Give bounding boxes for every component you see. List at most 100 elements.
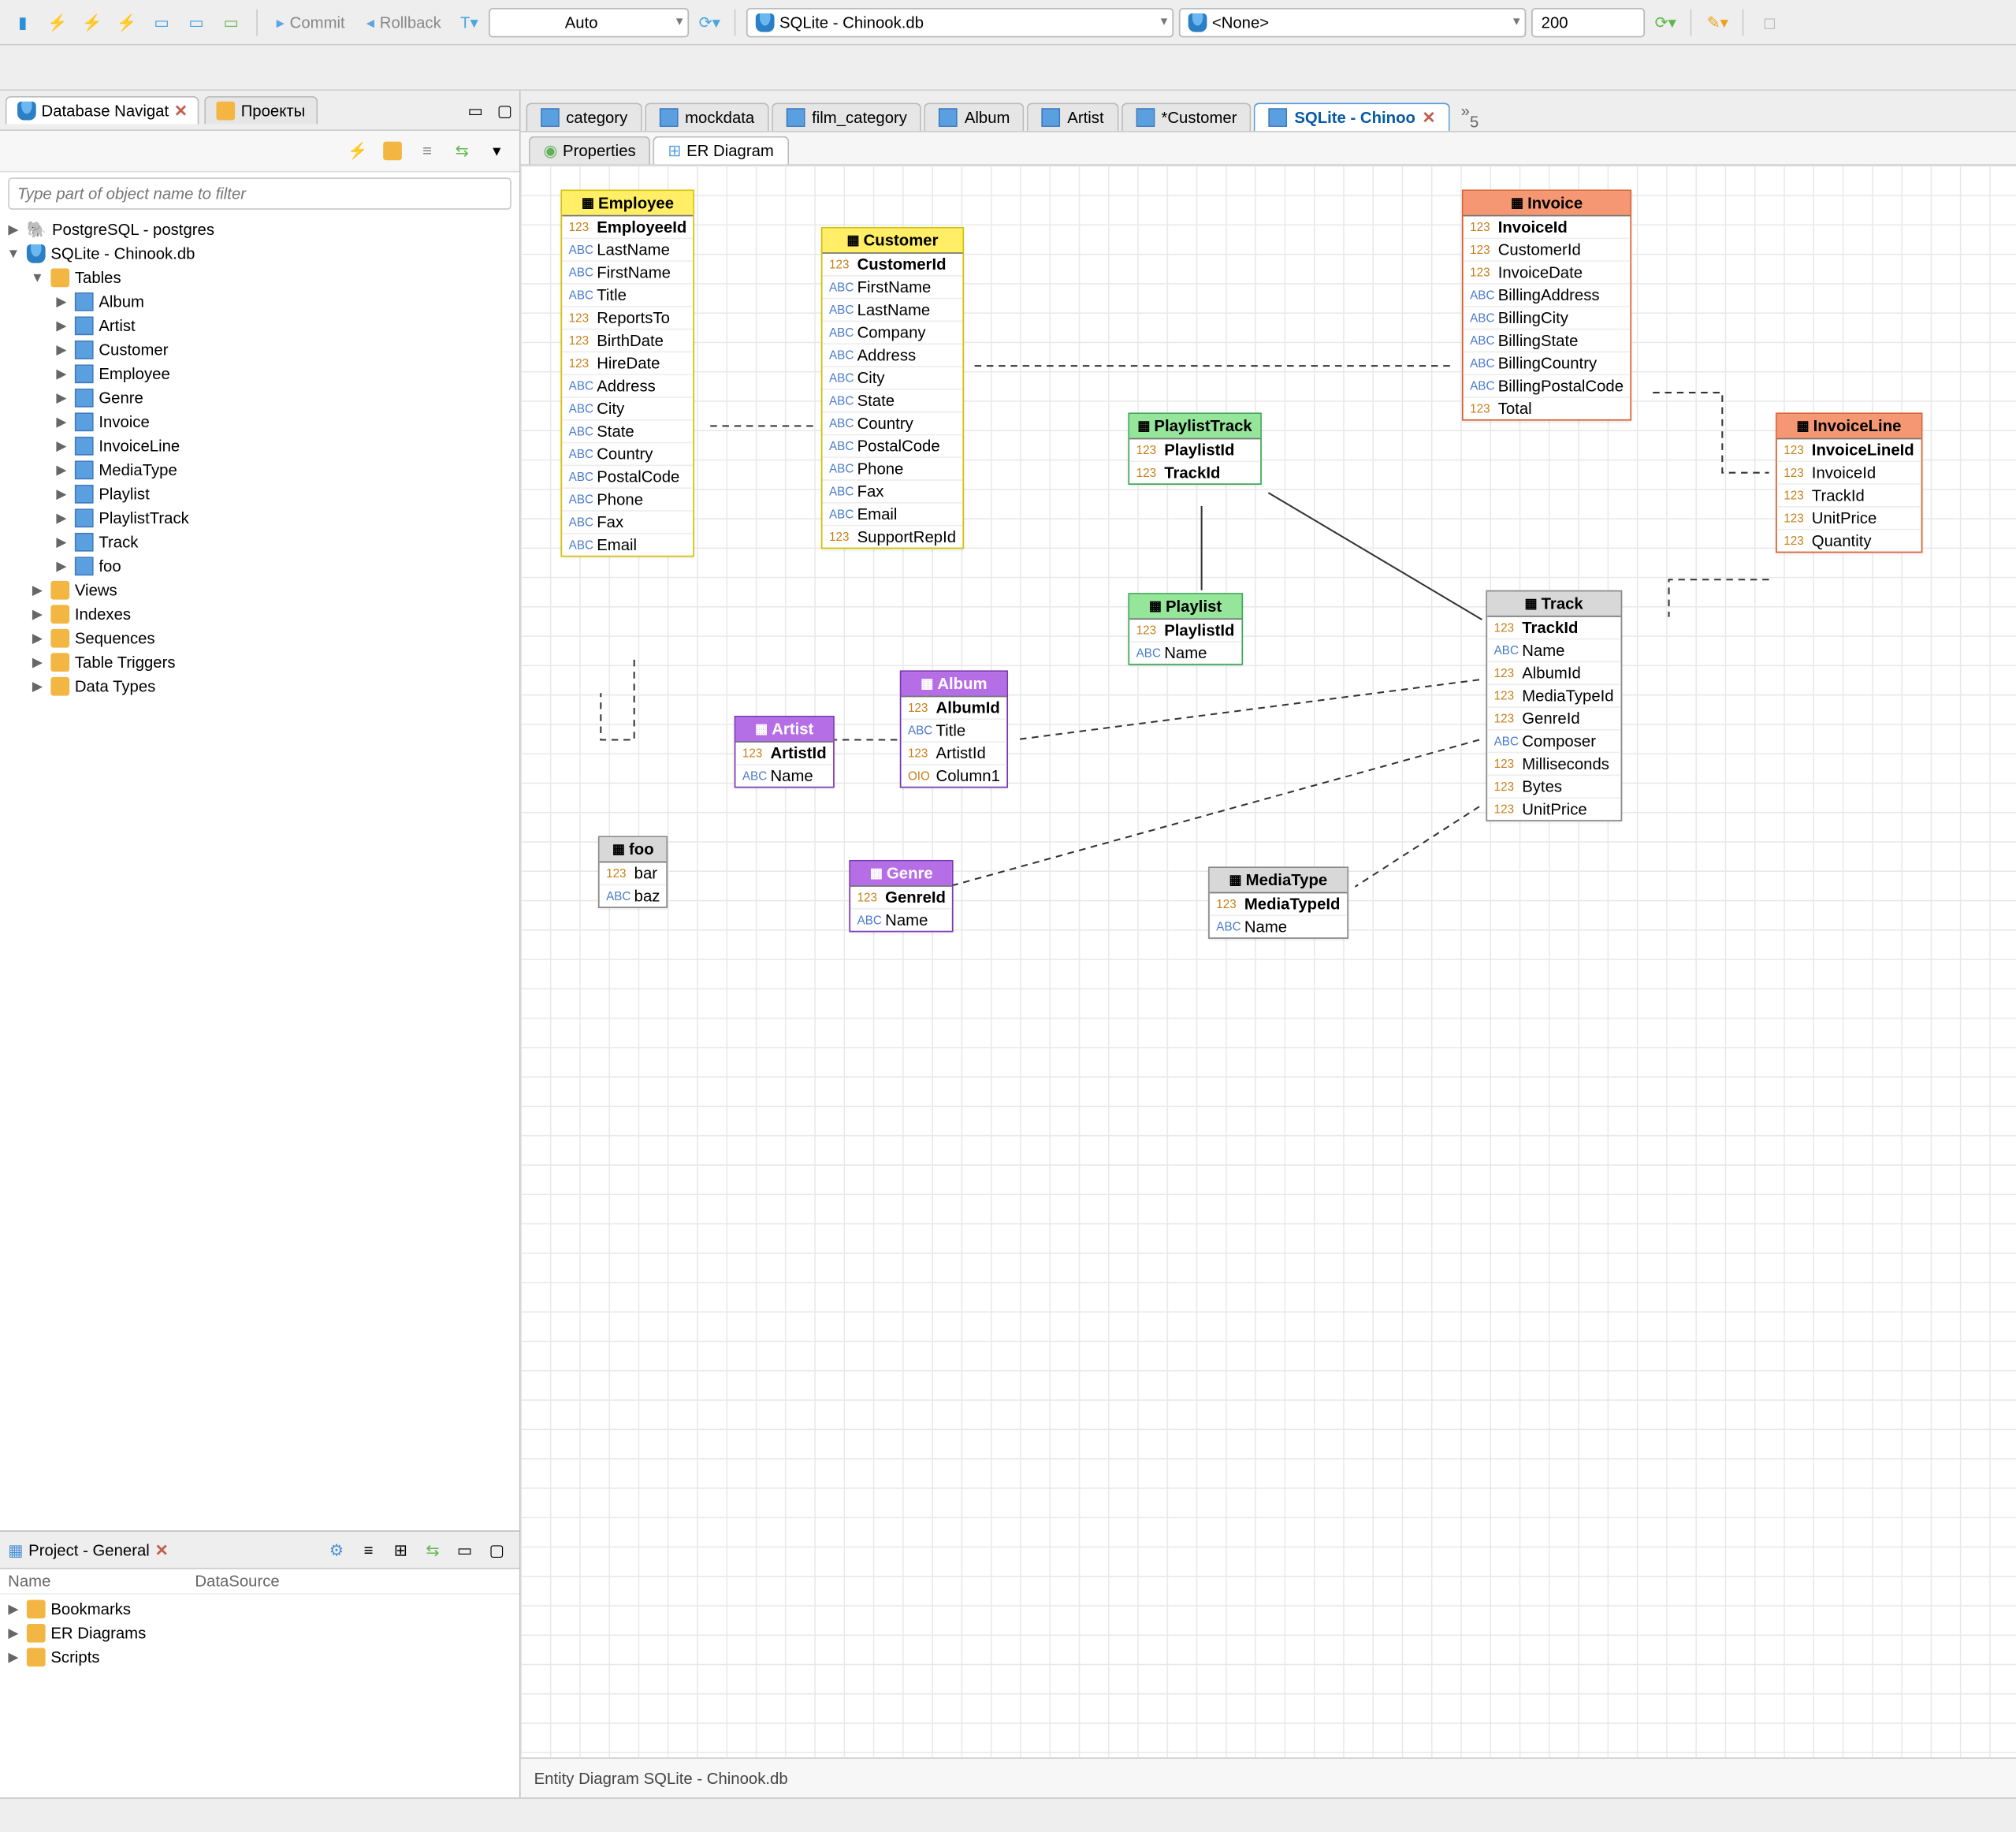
entity-column[interactable]: OIOColumn1 xyxy=(901,765,1006,787)
entity-column[interactable]: 123Quantity xyxy=(1777,531,1921,552)
sql-add-icon[interactable]: ▭ xyxy=(216,7,245,36)
tab-projects[interactable]: Проекты xyxy=(205,96,318,125)
entity-header[interactable]: ▦ Customer xyxy=(823,229,963,254)
entity-header[interactable]: ▦ InvoiceLine xyxy=(1777,414,1921,439)
entity-column[interactable]: ABCbaz xyxy=(600,885,667,907)
entity-header[interactable]: ▦ Playlist xyxy=(1129,594,1241,620)
sql-recent-icon[interactable]: ▭ xyxy=(181,7,210,36)
er-canvas[interactable]: ▦ Employee123EmployeeIdABCLastNameABCFir… xyxy=(521,166,2016,1757)
disclosure-icon[interactable]: ▶ xyxy=(54,295,69,310)
close-icon[interactable]: ✕ xyxy=(155,1540,169,1559)
entity-column[interactable]: ABCState xyxy=(823,390,963,413)
entity-column[interactable]: 123PlaylistId xyxy=(1129,620,1241,642)
disclosure-icon[interactable]: ▶ xyxy=(54,438,69,453)
entity-track[interactable]: ▦ Track123TrackIdABCName123AlbumId123Med… xyxy=(1486,590,1621,821)
new-folder-icon[interactable] xyxy=(378,136,407,166)
disclosure-icon[interactable]: ▶ xyxy=(54,511,69,526)
disclosure-icon[interactable]: ▶ xyxy=(54,318,69,333)
entity-column[interactable]: 123InvoiceDate xyxy=(1464,262,1631,285)
entity-column[interactable]: ABCState xyxy=(562,421,694,444)
plug-disconnect-icon[interactable]: ⚡ xyxy=(112,7,141,36)
tree-node-table[interactable]: ▶Album xyxy=(54,290,514,314)
entity-column[interactable]: 123MediaTypeId xyxy=(1487,685,1620,708)
tree-node-datatypes[interactable]: ▶Data Types xyxy=(29,674,514,698)
disclosure-icon[interactable]: ▶ xyxy=(54,486,69,501)
collapse-icon[interactable]: ≡ xyxy=(354,1535,383,1564)
entity-column[interactable]: 123InvoiceId xyxy=(1777,462,1921,485)
tree-node-indexes[interactable]: ▶Indexes xyxy=(29,602,514,626)
close-icon[interactable]: ✕ xyxy=(174,102,188,121)
editor-tab[interactable]: Artist xyxy=(1027,102,1118,131)
entity-header[interactable]: ▦ Track xyxy=(1487,591,1620,616)
entity-column[interactable]: 123BirthDate xyxy=(562,330,694,352)
entity-column[interactable]: 123TrackId xyxy=(1487,617,1620,640)
entity-column[interactable]: ABCName xyxy=(1129,642,1241,664)
entity-foo[interactable]: ▦ foo123barABCbaz xyxy=(598,836,668,907)
entity-column[interactable]: ABCEmail xyxy=(823,504,963,527)
disclosure-icon[interactable]: ▶ xyxy=(54,415,69,430)
entity-header[interactable]: ▦ PlaylistTrack xyxy=(1129,414,1260,439)
entity-column[interactable]: ABCFax xyxy=(823,481,963,504)
commit-button[interactable]: ▸Commit xyxy=(269,10,353,34)
tree-node-table[interactable]: ▶MediaType xyxy=(54,458,514,482)
tab-database-navigator[interactable]: Database Navigat ✕ xyxy=(6,96,199,125)
entity-column[interactable]: ABCCountry xyxy=(823,412,963,435)
entity-column[interactable]: 123bar xyxy=(600,862,667,885)
menu-icon[interactable]: ▾ xyxy=(482,136,511,166)
editor-tab[interactable]: film_category xyxy=(772,102,921,131)
plug-icon[interactable]: ⚡ xyxy=(343,136,372,166)
disclosure-icon[interactable]: ▶ xyxy=(54,343,69,358)
entity-column[interactable]: 123InvoiceLineId xyxy=(1777,439,1921,462)
entity-column[interactable]: 123MediaTypeId xyxy=(1210,893,1347,916)
entity-column[interactable]: ABCEmail xyxy=(562,534,694,556)
tx-mode-icon[interactable]: T▾ xyxy=(455,7,484,36)
tx-mode-combo[interactable]: Auto xyxy=(489,7,690,36)
disclosure-icon[interactable]: ▶ xyxy=(6,222,21,237)
entity-header[interactable]: ▦ Employee xyxy=(562,191,694,216)
link-icon[interactable]: ⇆ xyxy=(418,1535,447,1564)
entity-artist[interactable]: ▦ Artist123ArtistIdABCName xyxy=(735,716,835,788)
disclosure-icon[interactable]: ▼ xyxy=(6,247,21,262)
entity-column[interactable]: 123SupportRepId xyxy=(823,526,963,547)
disclosure-icon[interactable]: ▶ xyxy=(54,391,69,406)
disclosure-icon[interactable]: ▶ xyxy=(54,367,69,382)
entity-column[interactable]: ABCTitle xyxy=(901,720,1006,743)
close-icon[interactable]: ✕ xyxy=(1422,108,1435,127)
entity-column[interactable]: 123CustomerId xyxy=(823,254,963,277)
collapse-icon[interactable]: ≡ xyxy=(412,136,441,166)
entity-column[interactable]: 123TrackId xyxy=(1129,462,1260,483)
entity-column[interactable]: 123InvoiceId xyxy=(1464,216,1631,239)
entity-column[interactable]: ABCBillingAddress xyxy=(1464,285,1631,307)
minimize-icon[interactable]: ▭ xyxy=(460,95,489,125)
entity-column[interactable]: 123HireDate xyxy=(562,352,694,375)
entity-column[interactable]: 123AlbumId xyxy=(1487,662,1620,685)
entity-employee[interactable]: ▦ Employee123EmployeeIdABCLastNameABCFir… xyxy=(560,190,694,557)
entity-column[interactable]: ABCPostalCode xyxy=(562,466,694,489)
entity-column[interactable]: 123ReportsTo xyxy=(562,307,694,330)
editor-tab[interactable]: mockdata xyxy=(645,102,769,131)
project-item[interactable]: ▶Scripts xyxy=(6,1645,514,1669)
highlighter-icon[interactable]: ✎▾ xyxy=(1703,7,1732,36)
schema-combo[interactable]: <None> xyxy=(1180,7,1527,36)
refresh-icon[interactable]: ⟳▾ xyxy=(1651,7,1680,36)
entity-column[interactable]: ABCCity xyxy=(823,367,963,390)
tree-node-table[interactable]: ▶Playlist xyxy=(54,482,514,506)
entity-column[interactable]: ABCTitle xyxy=(562,285,694,307)
rollback-button[interactable]: ◂Rollback xyxy=(359,10,449,34)
tree-node-triggers[interactable]: ▶Table Triggers xyxy=(29,650,514,674)
entity-invoice[interactable]: ▦ Invoice123InvoiceId123CustomerId123Inv… xyxy=(1462,190,1631,421)
entity-column[interactable]: 123UnitPrice xyxy=(1777,508,1921,531)
entity-column[interactable]: 123Milliseconds xyxy=(1487,753,1620,776)
editor-tab[interactable]: Album xyxy=(924,102,1025,131)
entity-header[interactable]: ▦ Invoice xyxy=(1464,191,1631,216)
entity-column[interactable]: ABCAddress xyxy=(823,344,963,367)
entity-column[interactable]: ABCBillingState xyxy=(1464,330,1631,352)
plug-connect-icon[interactable]: ⚡ xyxy=(43,7,72,36)
gear-icon[interactable]: ⚙ xyxy=(322,1535,351,1564)
entity-column[interactable]: 123Bytes xyxy=(1487,776,1620,799)
tree-node-table[interactable]: ▶Invoice xyxy=(54,410,514,434)
entity-invoiceline[interactable]: ▦ InvoiceLine123InvoiceLineId123InvoiceI… xyxy=(1776,412,1922,553)
entity-column[interactable]: ABCComposer xyxy=(1487,731,1620,754)
entity-column[interactable]: ABCBillingCountry xyxy=(1464,352,1631,375)
disclosure-icon[interactable]: ▶ xyxy=(54,559,69,574)
